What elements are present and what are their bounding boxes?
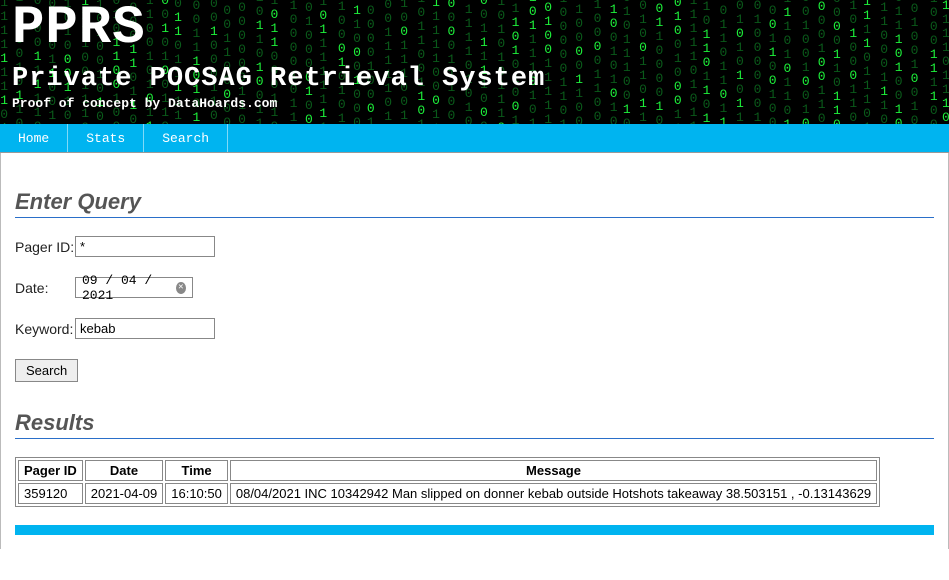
pager-id-input[interactable] <box>75 236 215 257</box>
table-row: 359120 2021-04-09 16:10:50 08/04/2021 IN… <box>18 483 877 504</box>
header-banner: 1 1 1 1 1 1 1 1 1 1 0 1 1 0 1 0 0 0 0 1 … <box>0 0 949 124</box>
app-title: PPRS <box>12 0 937 56</box>
date-value: 09 / 04 / 2021 <box>82 273 176 303</box>
date-input[interactable]: 09 / 04 / 2021 ✕ <box>75 277 193 298</box>
pager-id-label: Pager ID: <box>15 239 75 255</box>
results-table: Pager ID Date Time Message 359120 2021-0… <box>15 457 880 507</box>
main-content: Enter Query Pager ID: Date: 09 / 04 / 20… <box>0 153 949 549</box>
col-pager-id: Pager ID <box>18 460 83 481</box>
nav-search[interactable]: Search <box>144 124 228 152</box>
date-label: Date: <box>15 280 75 296</box>
keyword-input[interactable] <box>75 318 215 339</box>
app-subtitle: Private POCSAG Retrieval System <box>12 64 937 94</box>
nav-home[interactable]: Home <box>0 124 68 152</box>
col-message: Message <box>230 460 877 481</box>
col-date: Date <box>85 460 164 481</box>
cell-message: 08/04/2021 INC 10342942 Man slipped on d… <box>230 483 877 504</box>
app-tagline: Proof of concept by DataHoards.com <box>12 96 937 111</box>
results-heading: Results <box>15 410 934 439</box>
clear-date-icon[interactable]: ✕ <box>176 282 186 294</box>
nav-bar: Home Stats Search <box>0 124 949 153</box>
search-button[interactable]: Search <box>15 359 78 382</box>
col-time: Time <box>165 460 228 481</box>
cell-date: 2021-04-09 <box>85 483 164 504</box>
keyword-label: Keyword: <box>15 321 75 337</box>
footer-bar <box>15 525 934 535</box>
cell-time: 16:10:50 <box>165 483 228 504</box>
cell-pager-id: 359120 <box>18 483 83 504</box>
nav-stats[interactable]: Stats <box>68 124 144 152</box>
query-heading: Enter Query <box>15 189 934 218</box>
